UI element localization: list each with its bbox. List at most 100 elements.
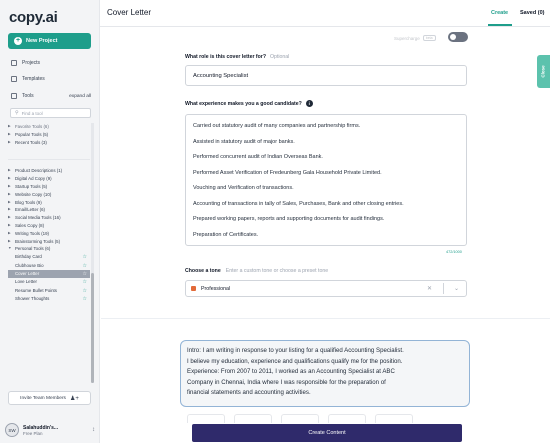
tool-category[interactable]: ▶ Blog Tools (9) xyxy=(8,199,90,207)
experience-line: Assisted in statutory audit of major ban… xyxy=(193,138,295,145)
select-separator xyxy=(442,283,444,294)
star-icon[interactable]: ☆ xyxy=(83,295,87,303)
invite-team-button[interactable]: Invite Team Members ♟+ xyxy=(8,391,91,405)
tool-category[interactable]: ▶ Social Media Tools (16) xyxy=(8,214,90,222)
tool-category-label: Sales Copy (8) xyxy=(15,222,45,228)
grid-icon xyxy=(11,60,17,66)
tool-item-clubhouse-bio[interactable]: Clubhouse Bio ☆ xyxy=(8,262,90,270)
tool-item-shower-thoughts[interactable]: Shower Thoughts ☆ xyxy=(8,295,90,303)
caret-right-icon: ▶ xyxy=(8,238,11,243)
tool-category-label: Social Media Tools (16) xyxy=(15,215,61,221)
caret-right-icon: ▶ xyxy=(8,207,11,212)
add-user-icon: ♟+ xyxy=(69,395,79,402)
tool-category-expanded[interactable]: ▼ Personal Tools (6) xyxy=(8,245,90,253)
experience-line: Vouching and Verification of transaction… xyxy=(193,185,294,191)
tool-item-resume-bullet-points[interactable]: Resume Bullet Points ☆ xyxy=(8,287,90,295)
tool-category[interactable]: ▶ Website Copy (10) xyxy=(8,191,90,199)
tool-category[interactable]: ▶ Email/Letter (6) xyxy=(8,206,90,214)
sidebar: copy.ai + New Project Projects Templates… xyxy=(0,0,100,443)
tool-item-love-letter[interactable]: Love Letter ☆ xyxy=(8,278,90,286)
tool-category[interactable]: ▶ Recent Tools (3) xyxy=(8,139,90,147)
tool-item-cover-letter[interactable]: Cover Letter ☆ xyxy=(8,269,90,279)
close-side-tab[interactable]: Close xyxy=(537,55,550,88)
chevron-down-icon[interactable]: ⌄ xyxy=(449,285,466,292)
tool-item-label: Resume Bullet Points xyxy=(15,287,57,293)
caret-right-icon: ▶ xyxy=(8,139,11,144)
create-content-button[interactable]: Create Content xyxy=(192,424,462,442)
active-tab-indicator xyxy=(488,24,512,26)
scrollbar-thumb[interactable] xyxy=(91,273,94,383)
find-tool-input[interactable]: ⚲ Find a tool xyxy=(10,108,91,118)
caret-right-icon: ▶ xyxy=(8,191,11,196)
supercharge-toggle[interactable] xyxy=(448,32,468,42)
role-input[interactable]: Accounting Specialist xyxy=(185,65,467,86)
app-logo[interactable]: copy.ai xyxy=(9,9,58,26)
output-options-row xyxy=(187,414,413,423)
star-icon[interactable]: ☆ xyxy=(83,287,87,295)
option-tab[interactable] xyxy=(375,414,413,423)
sidebar-item-label: Templates xyxy=(22,76,45,82)
output-card[interactable]: Intro: I am writing in response to your … xyxy=(180,340,470,407)
new-project-button[interactable]: + New Project xyxy=(8,33,91,49)
page-title: Cover Letter xyxy=(107,8,152,17)
option-tab[interactable] xyxy=(328,414,366,423)
role-label: What role is this cover letter for? Opti… xyxy=(185,54,289,60)
tool-item-label: Clubhouse Bio xyxy=(15,262,44,268)
tone-select[interactable]: Professional ✕ ⌄ xyxy=(185,280,467,297)
character-count: 472/1000 xyxy=(446,250,462,254)
sidebar-item-projects[interactable]: Projects xyxy=(11,60,40,66)
tool-category-label: Personal Tools (6) xyxy=(15,246,51,252)
tab-saved[interactable]: Saved (0) xyxy=(520,10,544,16)
toggle-knob xyxy=(450,34,456,40)
experience-line: Prepared working papers, reports and sup… xyxy=(193,216,385,222)
search-icon: ⚲ xyxy=(15,110,19,116)
tool-item-birthday-card[interactable]: Birthday Card ☆ xyxy=(8,253,90,261)
tool-category-label: Recent Tools (3) xyxy=(15,139,47,145)
tone-label: Choose a tone Enter a custom tone or cho… xyxy=(185,268,328,274)
user-plan: Free Plan xyxy=(23,430,43,436)
option-tab[interactable] xyxy=(234,414,272,423)
tools-header: Tools expand all xyxy=(11,93,91,99)
tool-category[interactable]: ▶ Favorite Tools (6) xyxy=(8,123,90,131)
experience-label-text: What experience makes you a good candida… xyxy=(185,100,302,107)
star-icon[interactable]: ☆ xyxy=(83,278,87,286)
expand-all-link[interactable]: expand all xyxy=(69,94,91,99)
output-line: Intro: I am writing in response to your … xyxy=(187,347,404,354)
output-line: I believe my education, experience and q… xyxy=(187,357,403,365)
option-tab[interactable] xyxy=(281,414,319,423)
sidebar-item-label: Projects xyxy=(22,60,41,66)
tool-category-label: Website Copy (10) xyxy=(15,191,52,197)
tool-category-label: Favorite Tools (6) xyxy=(15,124,49,129)
tools-label: Tools xyxy=(22,93,34,99)
tool-category-label: Digital Ad Copy (9) xyxy=(15,176,52,182)
briefcase-icon xyxy=(191,286,196,291)
option-tab[interactable] xyxy=(187,414,225,423)
document-icon xyxy=(11,76,17,82)
star-icon[interactable]: ☆ xyxy=(83,262,87,270)
caret-right-icon: ▶ xyxy=(8,230,11,235)
section-divider xyxy=(101,318,550,319)
star-icon[interactable]: ☆ xyxy=(83,270,87,278)
sidebar-scrollbar[interactable] xyxy=(91,123,94,383)
beta-badge: beta xyxy=(422,35,436,41)
user-menu[interactable]: SW Salahuddin's... Free Plan ↕ xyxy=(5,421,95,439)
tool-item-label: Shower Thoughts xyxy=(15,296,50,302)
tone-hint: Enter a custom tone or choose a preset t… xyxy=(225,268,329,274)
tool-category[interactable]: ▶ Startup Tools (5) xyxy=(8,183,90,191)
tool-category[interactable]: ▶ Writing Tools (19) xyxy=(8,230,90,238)
tab-create[interactable]: Create xyxy=(491,10,508,16)
experience-line: Performed Asset Verification of Fredeunb… xyxy=(193,169,382,176)
invite-label: Invite Team Members xyxy=(20,395,66,401)
tool-category-label: Startup Tools (5) xyxy=(15,183,48,189)
tool-category[interactable]: ▶ Product Descriptions (1) xyxy=(8,167,90,175)
clear-icon[interactable]: ✕ xyxy=(427,285,438,292)
info-icon[interactable]: i xyxy=(305,100,313,107)
tool-category[interactable]: ▶ Popular Tools (5) xyxy=(8,131,90,139)
star-icon[interactable]: ☆ xyxy=(83,253,87,261)
experience-textarea[interactable]: Carried out statutory audit of many comp… xyxy=(185,114,467,246)
tool-category[interactable]: ▶ Digital Ad Copy (9) xyxy=(8,175,90,183)
tool-category[interactable]: ▶ Sales Copy (8) xyxy=(8,222,90,230)
tool-category[interactable]: ▶ Brainstorming Tools (5) xyxy=(8,238,90,246)
sidebar-item-templates[interactable]: Templates xyxy=(11,76,45,82)
role-label-text: What role is this cover letter for? xyxy=(185,54,266,60)
